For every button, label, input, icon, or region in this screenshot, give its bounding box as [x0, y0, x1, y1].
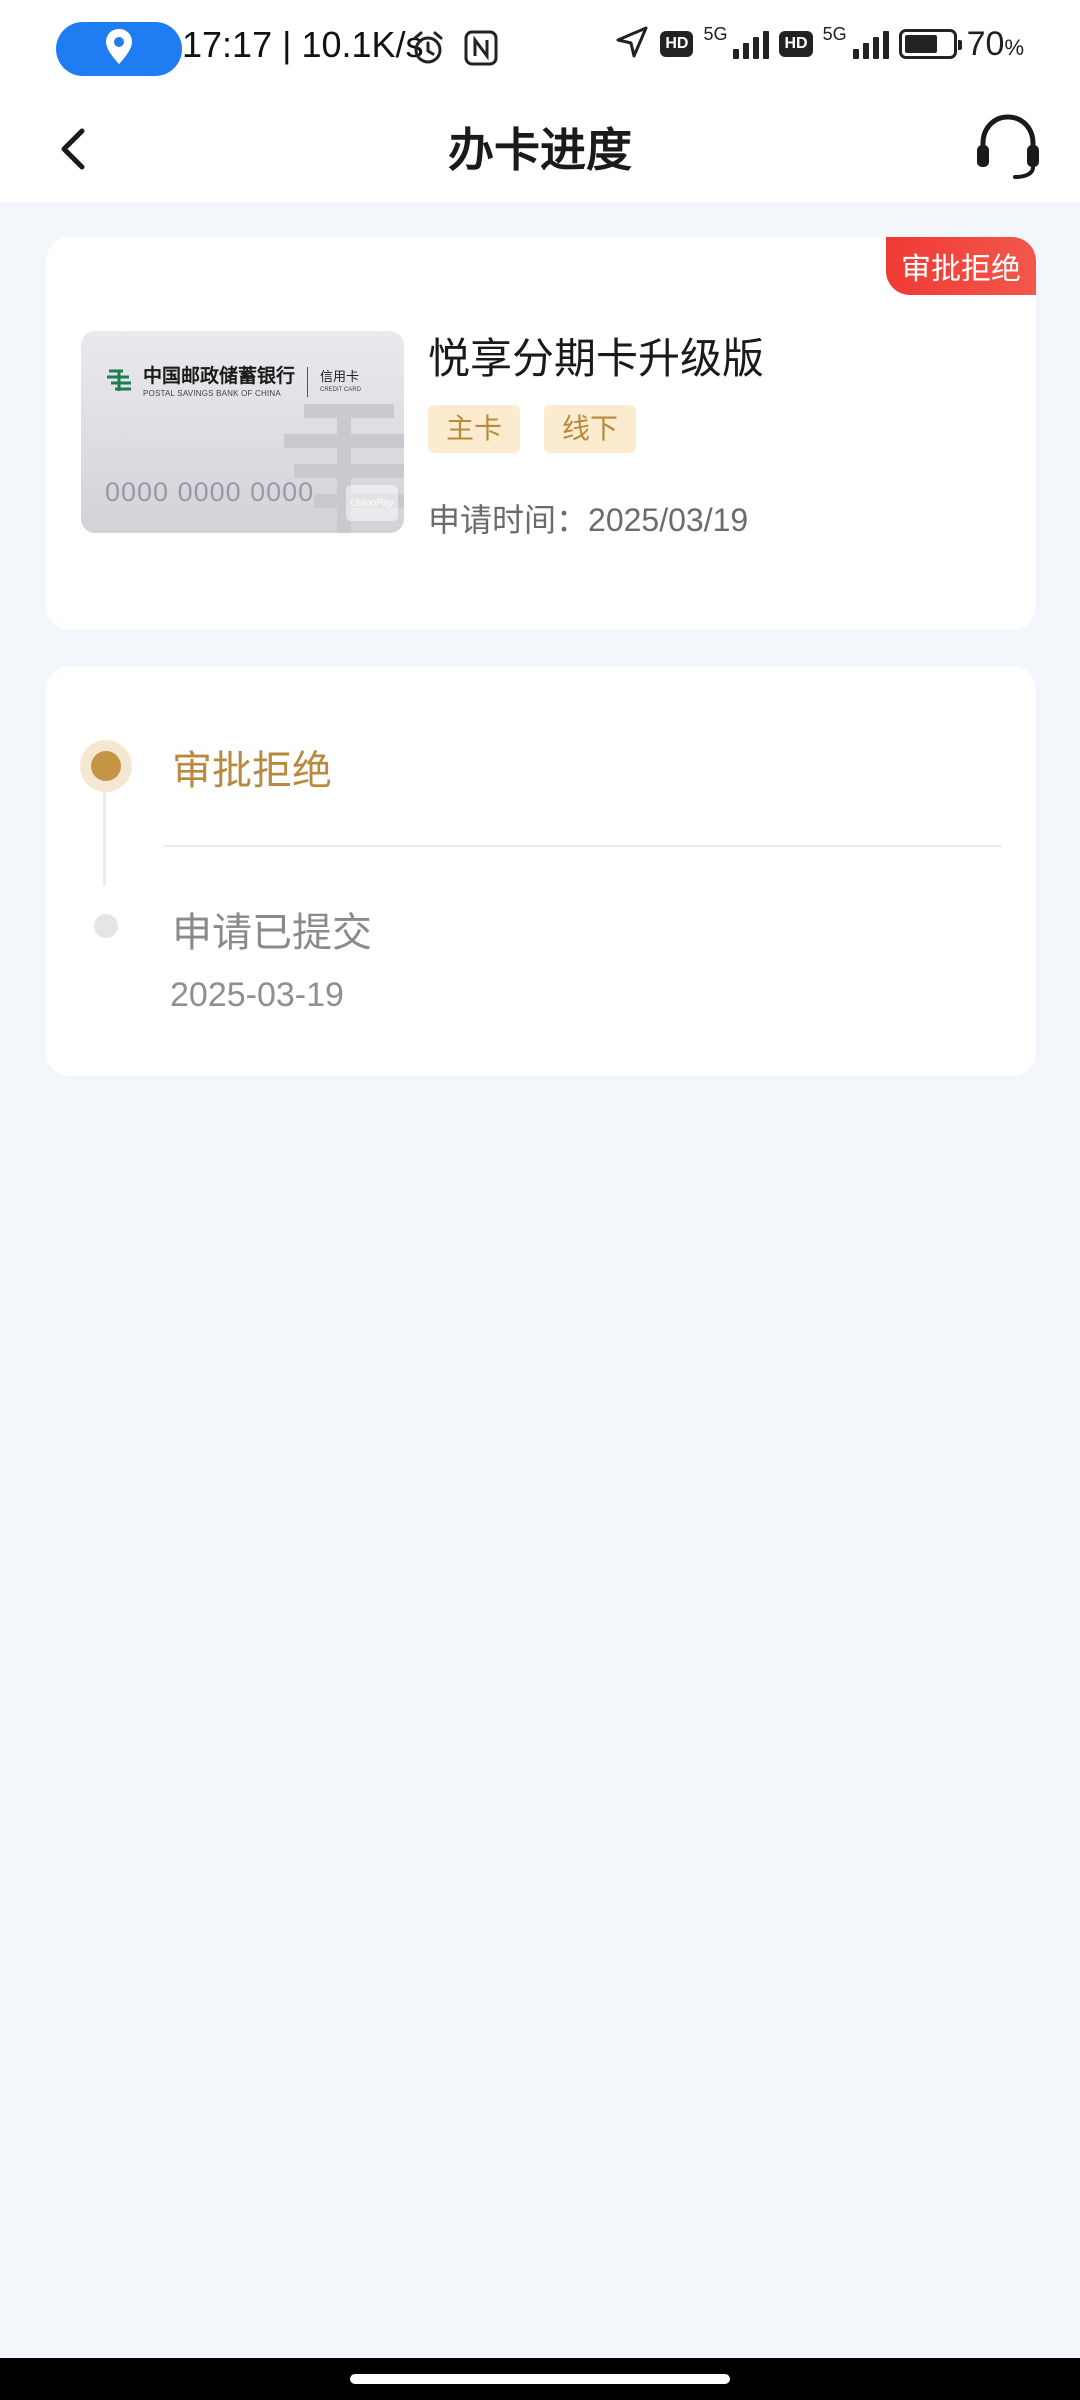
tag-main-card: 主卡: [428, 405, 521, 453]
apply-time-value: 2025/03/19: [588, 502, 749, 538]
card-number: 0000 0000 0000: [105, 477, 315, 507]
hd-badge-2: HD: [779, 31, 813, 57]
location-pin-icon: [104, 28, 134, 70]
timeline-step-title: 申请已提交: [172, 910, 372, 956]
progress-timeline: 审批拒绝 申请已提交 2025-03-19: [46, 666, 1036, 1076]
page-title: 办卡进度: [448, 123, 632, 177]
signal-icon: [852, 29, 889, 59]
timeline-dot-active: [80, 740, 132, 792]
psbc-logo-icon: [105, 365, 135, 399]
timeline-step-title: 审批拒绝: [172, 748, 332, 794]
timeline-dot: [94, 914, 118, 938]
status-badge: 审批拒绝: [886, 237, 1036, 295]
customer-service-button[interactable]: [968, 108, 1048, 188]
card-bank-name: 中国邮政储蓄银行: [143, 364, 296, 387]
credit-card-image: 中国邮政储蓄银行 POSTAL SAVINGS BANK OF CHINA 信用…: [81, 331, 404, 533]
status-bar: 17:17 | 10.1K/s HD 5G HD 5G 70%: [0, 0, 1080, 100]
unionpay-logo: UnionPay: [346, 485, 398, 521]
nfc-icon: [464, 30, 498, 70]
battery-icon: [898, 29, 962, 59]
nav-bar: 办卡进度: [0, 100, 1080, 202]
home-indicator[interactable]: [350, 2374, 730, 2384]
network-type-1: 5G: [703, 23, 728, 44]
card-application-panel[interactable]: 审批拒绝 中国邮政储蓄银行 POSTAL SAVINGS BANK OF CHI…: [46, 237, 1036, 630]
alarm-icon: [410, 30, 446, 70]
card-product-name: 悦享分期卡升级版: [428, 334, 765, 383]
timeline-divider: [164, 845, 1002, 847]
status-time: 17:17 | 10.1K/s: [182, 24, 424, 65]
customer-service-headset-icon: [975, 111, 1041, 185]
timeline-step-date: 2025-03-19: [170, 976, 344, 1014]
battery-percent: 70%: [966, 24, 1024, 63]
tag-offline: 线下: [544, 405, 637, 453]
navigation-arrow-icon: [614, 24, 650, 64]
gesture-bar: [0, 2358, 1080, 2400]
network-type-2: 5G: [822, 23, 847, 44]
location-pill[interactable]: [56, 22, 182, 76]
card-type-label: 信用卡: [320, 370, 360, 385]
card-tags: 主卡 线下: [428, 405, 637, 453]
hd-badge-1: HD: [660, 31, 694, 57]
signal-icon: [733, 29, 770, 59]
apply-time-label: 申请时间：: [428, 501, 589, 539]
apply-time: 申请时间：2025/03/19: [428, 495, 748, 541]
